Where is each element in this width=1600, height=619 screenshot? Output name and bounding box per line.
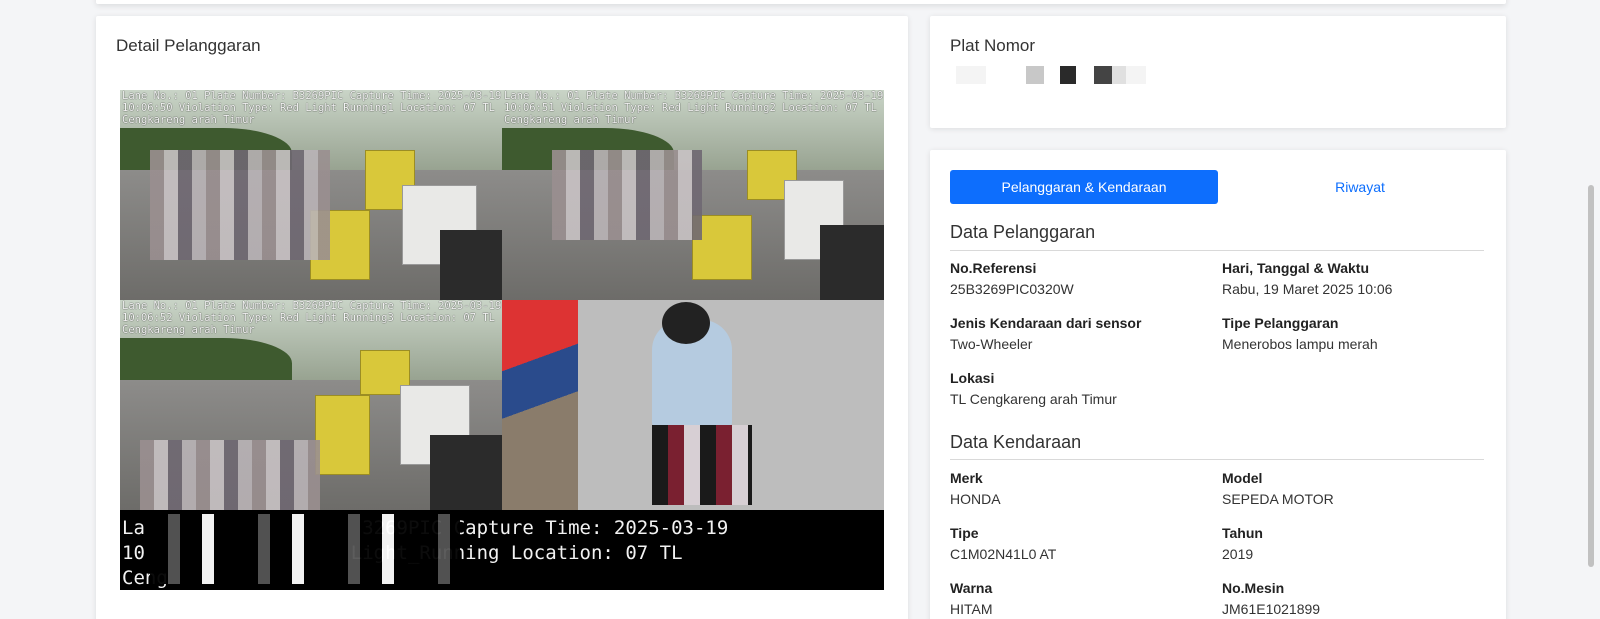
- vehicle-section-title: Data Kendaraan: [950, 432, 1082, 452]
- plate-number-label: Plat Nomor: [950, 36, 1036, 55]
- sensor-vehicle-type-value: Two-Wheeler: [950, 336, 1033, 352]
- violation-type-value: Menerobos lampu merah: [1222, 336, 1378, 352]
- engine-number-value: JM61E1021899: [1222, 601, 1321, 617]
- sensor-vehicle-type-label: Jenis Kendaraan dari sensor: [950, 315, 1142, 331]
- model-label: Model: [1222, 470, 1263, 486]
- plate-number-card: Plat Nomor: [930, 16, 1506, 128]
- violation-detail-card: Detail Pelanggaran Lane No.: 01 Plate Nu…: [96, 16, 908, 619]
- camera-frame-2: Lane No.: 01 Plate Number: B3269PIC Capt…: [502, 90, 884, 300]
- violation-section-title: Data Pelanggaran: [950, 222, 1096, 242]
- reference-value: 25B3269PIC0320W: [950, 281, 1074, 297]
- location-label: Lokasi: [950, 370, 995, 386]
- redacted-area: [150, 514, 460, 584]
- camera-overlay-text-1: Lane No.: 01 Plate Number: B3269PIC Capt…: [122, 90, 502, 126]
- camera-overlay-text-2: Lane No.: 01 Plate Number: B3269PIC Capt…: [504, 90, 884, 126]
- datetime-label: Hari, Tanggal & Waktu: [1222, 260, 1370, 276]
- camera-overlay-text-3: Lane No.: 01 Plate Number: B3269PIC Capt…: [122, 300, 502, 336]
- type-value: C1M02N41L0 AT: [950, 546, 1057, 562]
- brand-value: HONDA: [950, 491, 1001, 507]
- tab-pelanggaran-kendaraan[interactable]: Pelanggaran & Kendaraan: [950, 170, 1218, 204]
- year-value: 2019: [1222, 546, 1254, 562]
- color-label: Warna: [950, 580, 993, 596]
- violation-type-label: Tipe Pelanggaran: [1222, 315, 1339, 331]
- plate-number-redacted: [956, 66, 1146, 84]
- camera-frame-3: Lane No.: 01 Plate Number: B3269PIC Capt…: [120, 300, 502, 510]
- brand-label: Merk: [950, 470, 983, 486]
- datetime-value: Rabu, 19 Maret 2025 10:06: [1222, 281, 1393, 297]
- tab-riwayat[interactable]: Riwayat: [1226, 170, 1494, 204]
- reference-label: No.Referensi: [950, 260, 1037, 276]
- camera-frame-1: Lane No.: 01 Plate Number: B3269PIC Capt…: [120, 90, 502, 300]
- violation-detail-title: Detail Pelanggaran: [116, 36, 261, 55]
- top-card: [96, 0, 1506, 4]
- capture-photo[interactable]: Lane No.: 01 Plate Number: B3269PIC Capt…: [120, 90, 884, 590]
- type-label: Tipe: [950, 525, 979, 541]
- color-value: HITAM: [950, 601, 993, 617]
- divider: [950, 459, 1484, 460]
- detail-card: Pelanggaran & Kendaraan Riwayat Data Pel…: [930, 150, 1506, 619]
- page-scrollbar[interactable]: [1588, 185, 1594, 567]
- location-value: TL Cengkareng arah Timur: [950, 391, 1117, 407]
- model-value: SEPEDA MOTOR: [1222, 491, 1334, 507]
- engine-number-label: No.Mesin: [1222, 580, 1285, 596]
- divider: [950, 250, 1484, 251]
- year-label: Tahun: [1222, 525, 1263, 541]
- camera-closeup: [502, 300, 884, 510]
